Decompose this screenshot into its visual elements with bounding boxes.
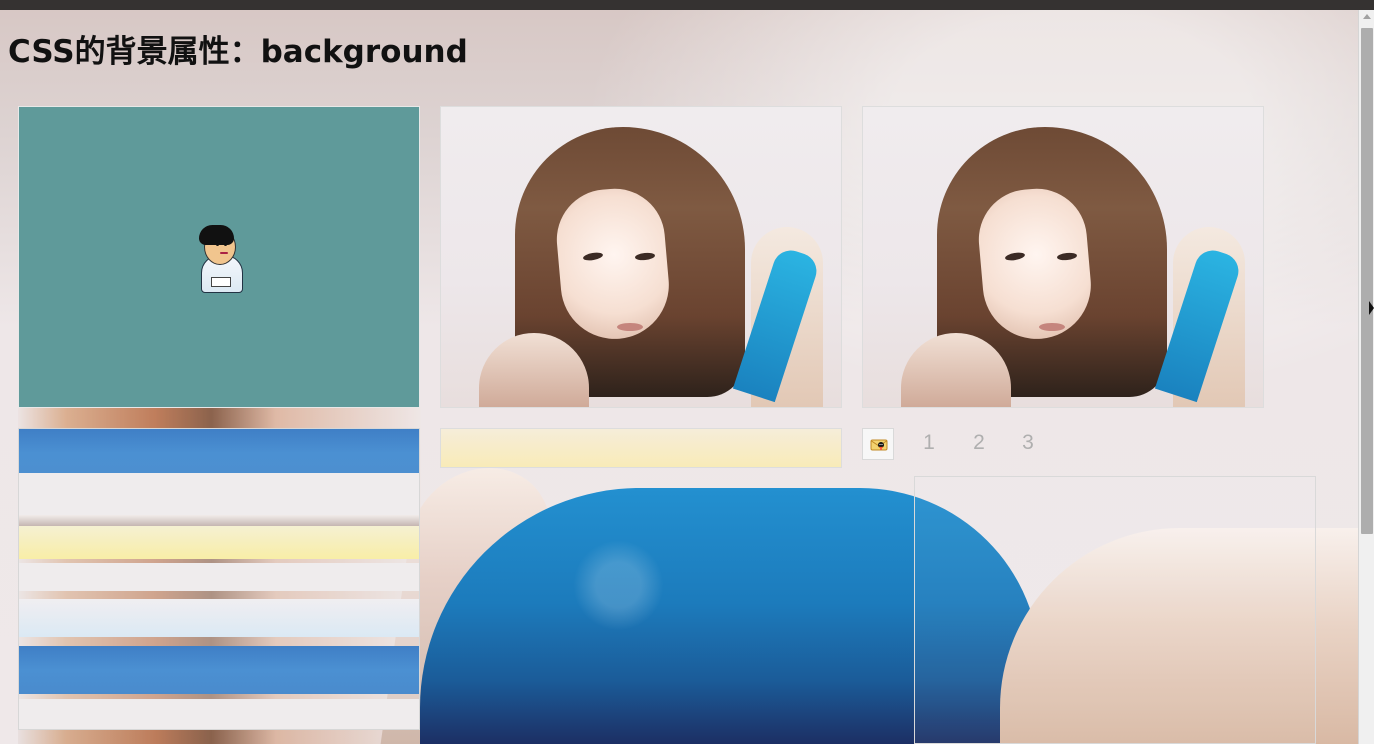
- teal-background-card: [18, 106, 420, 408]
- page-link-2[interactable]: 2: [968, 428, 990, 458]
- avatar-eye-left: [216, 243, 219, 246]
- pale-blue-band: [19, 599, 419, 637]
- vertical-scrollbar[interactable]: [1358, 10, 1374, 744]
- background-stack-panel: [18, 428, 420, 730]
- page-link-3[interactable]: 3: [1017, 428, 1039, 458]
- avatar-eye-right: [224, 243, 227, 246]
- qq-button[interactable]: [862, 428, 894, 460]
- avatar-badge: [211, 277, 231, 287]
- resize-cursor-icon: [1369, 301, 1374, 315]
- yellow-band: [19, 526, 419, 559]
- light-band: [19, 563, 419, 591]
- portrait-lips: [1039, 323, 1065, 331]
- page-title: CSS的背景属性：background: [8, 34, 468, 70]
- portrait-card-left: [440, 106, 842, 408]
- brown-band: [19, 515, 419, 526]
- chevron-up-icon[interactable]: [1363, 14, 1371, 19]
- portrait-image: [863, 107, 1263, 407]
- page-link-1[interactable]: 1: [918, 428, 940, 458]
- scrollbar-thumb[interactable]: [1361, 28, 1373, 534]
- blue-band: [19, 646, 419, 694]
- light-band: [19, 473, 419, 515]
- portrait-lips: [617, 323, 643, 331]
- outlined-container: [914, 476, 1316, 744]
- blue-band: [19, 429, 419, 473]
- window-top-bar: [0, 0, 1374, 10]
- light-band: [19, 699, 419, 729]
- avatar-hair: [199, 225, 234, 245]
- pagination: 1 2 3: [918, 428, 1048, 458]
- yellow-gradient-bar: [440, 428, 842, 468]
- portrait-card-right: [862, 106, 1264, 408]
- avatar-mouth: [220, 252, 228, 254]
- portrait-image: [441, 107, 841, 407]
- avatar-sprite: [193, 223, 243, 293]
